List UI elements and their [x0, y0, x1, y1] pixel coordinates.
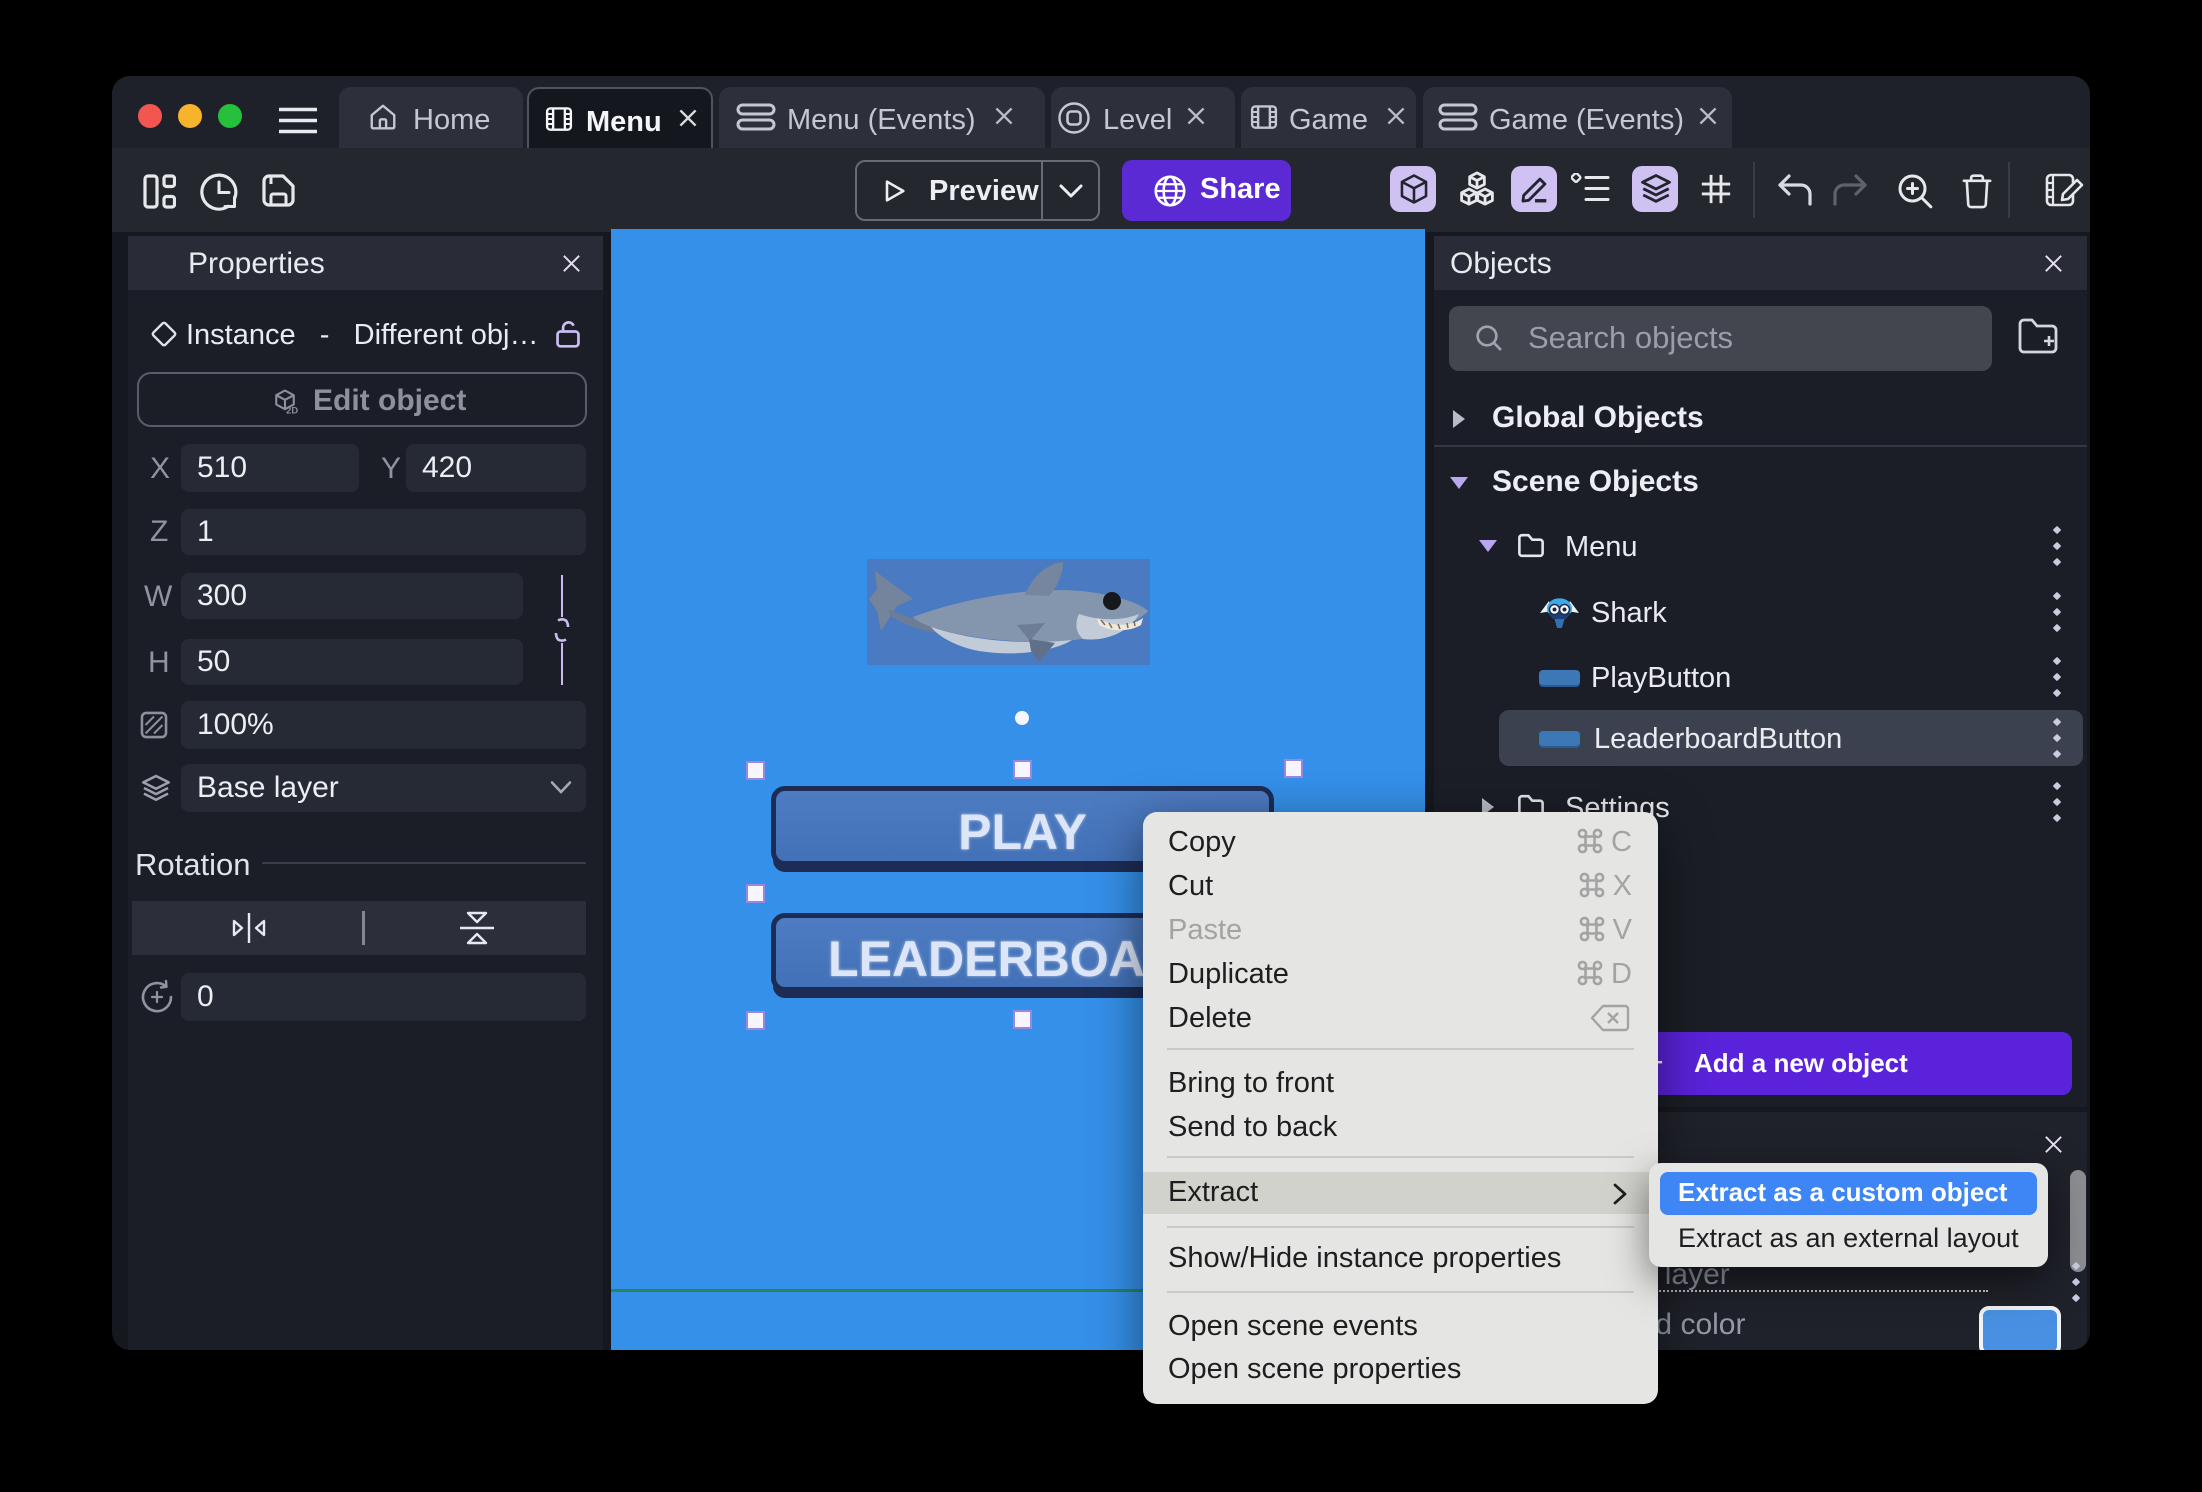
svg-text:2D: 2D: [286, 405, 298, 415]
